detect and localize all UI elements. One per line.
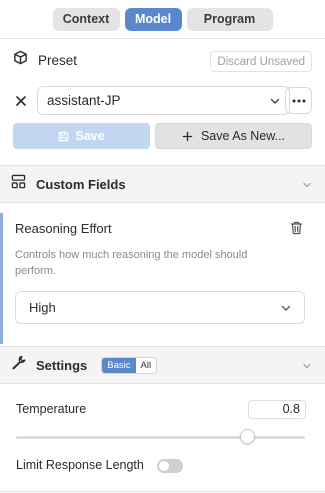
tab-program[interactable]: Program [186,7,273,31]
chevron-down-icon [281,305,291,311]
save-as-new-button[interactable]: Save As New... [155,123,312,149]
limit-response-length-label: Limit Response Length [16,458,144,472]
mode-basic-button[interactable]: Basic [102,357,136,373]
cube-icon [13,50,28,70]
mode-all-button[interactable]: All [135,357,157,373]
toggle-knob [159,461,169,471]
trash-icon [290,221,303,235]
preset-select-row: assistant-JP [13,86,312,115]
temperature-input[interactable]: 0.8 [248,400,306,419]
preset-actions: Save Save As New... [13,123,312,149]
tab-context[interactable]: Context [52,7,120,31]
more-dots-icon [292,99,305,102]
settings-body: Temperature 0.8 Limit Response Length [0,385,325,493]
limit-response-length-toggle[interactable] [157,459,183,473]
layout-icon [11,174,26,194]
custom-field-panel: Reasoning Effort Controls how much reaso… [0,213,325,344]
temperature-slider-thumb[interactable] [239,429,255,444]
delete-field-button[interactable] [290,221,303,240]
settings-title: Settings [36,357,88,373]
temperature-slider-track[interactable] [16,436,305,439]
temperature-label: Temperature [16,402,87,416]
custom-field-description: Controls how much reasoning the model sh… [15,249,248,277]
wrench-icon [11,355,26,375]
save-as-new-label: Save As New... [200,129,286,143]
clear-preset-button[interactable] [13,93,29,109]
custom-fields-header[interactable]: Custom Fields [0,165,325,203]
preset-title: Preset [38,52,78,68]
divider [0,38,325,39]
preset-select[interactable]: assistant-JP [37,86,290,115]
tab-bar: Context Model Program [0,0,325,38]
custom-fields-title: Custom Fields [36,176,126,192]
more-options-button[interactable] [285,87,312,114]
settings-mode-toggle: Basic All [101,356,158,374]
reasoning-effort-value: High [29,300,56,315]
custom-field-name: Reasoning Effort [15,221,112,236]
plus-icon [182,131,193,141]
preset-select-value: assistant-JP [47,93,121,108]
save-button[interactable]: Save [13,123,150,149]
divider [0,491,325,492]
settings-header[interactable]: Settings Basic All [0,346,325,384]
save-label: Save [75,129,105,143]
chevron-down-icon [270,98,280,104]
preset-header: Preset Discard Unsaved [13,48,312,72]
reasoning-effort-select[interactable]: High [15,291,305,324]
tab-model[interactable]: Model [124,7,182,31]
discard-unsaved-button[interactable]: Discard Unsaved [210,51,312,72]
chevron-down-icon [303,182,311,188]
chevron-down-icon [303,363,311,369]
save-icon [59,131,69,141]
close-icon [16,95,26,106]
